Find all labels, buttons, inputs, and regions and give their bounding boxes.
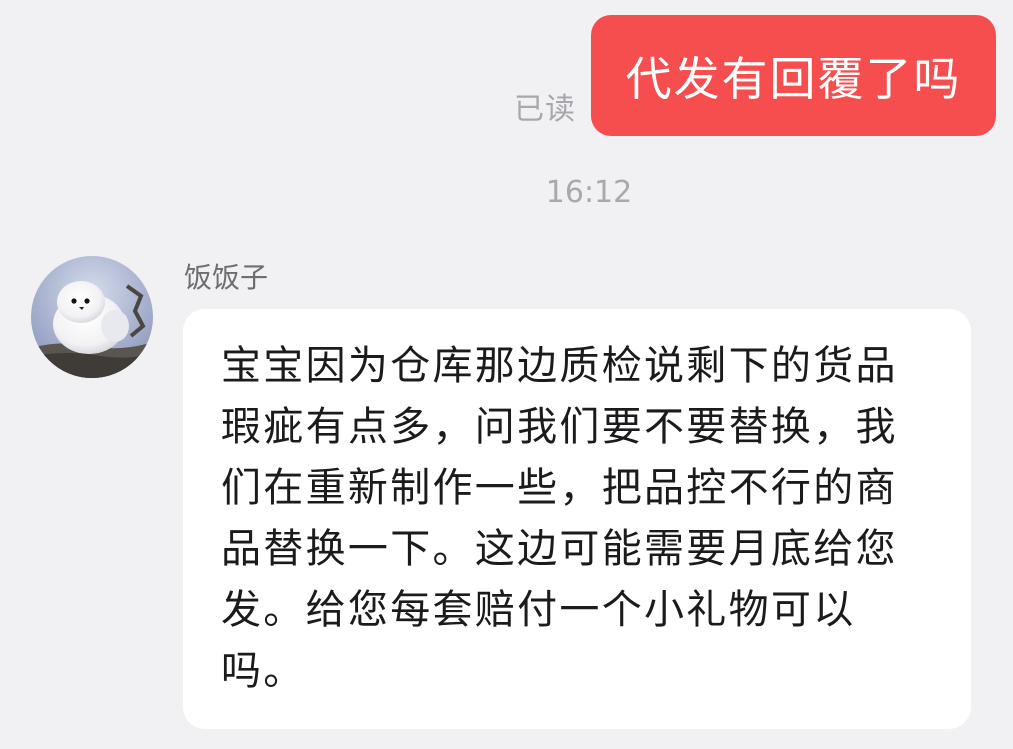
incoming-message-bubble[interactable]: 宝宝因为仓库那边质检说剩下的货品瑕疵有点多，问我们要不要替换，我们在重新制作一些…	[183, 309, 971, 729]
sender-avatar[interactable]	[31, 256, 153, 378]
white-bird-avatar-icon	[31, 256, 153, 378]
incoming-message-text: 宝宝因为仓库那边质检说剩下的货品瑕疵有点多，问我们要不要替换，我们在重新制作一些…	[221, 343, 898, 694]
sender-name: 饭饭子	[184, 261, 269, 294]
outgoing-message-text: 代发有回覆了吗	[625, 51, 962, 106]
outgoing-message-bubble[interactable]: 代发有回覆了吗	[591, 15, 996, 136]
read-status: 已读	[514, 92, 576, 127]
chat-screen: 已读 代发有回覆了吗 16:12 饭饭子 宝宝因为仓库那边质检说剩下的货品瑕疵有…	[0, 0, 1013, 749]
message-timestamp: 16:12	[545, 175, 633, 210]
